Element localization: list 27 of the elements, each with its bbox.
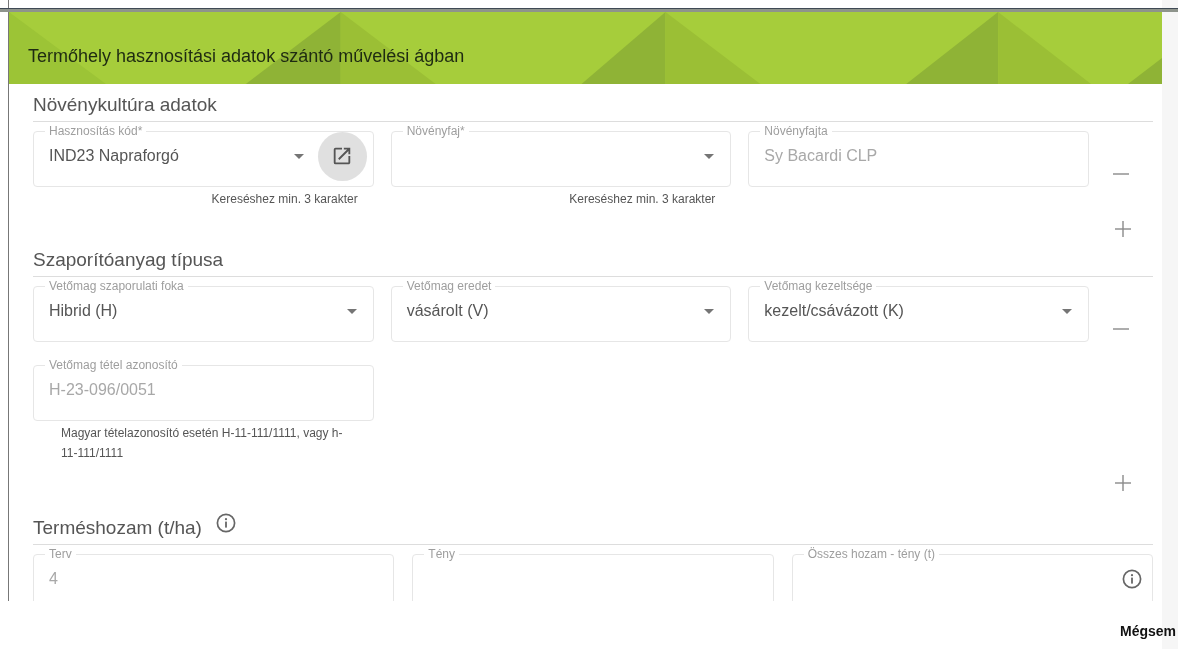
add-row-button[interactable] [1115, 221, 1131, 237]
field-hint: Kereséshez min. 3 karakter [211, 192, 358, 206]
text-field[interactable]: Tény [412, 547, 774, 601]
section-title: Szaporítóanyag típusa [33, 249, 224, 271]
open-link-button[interactable] [317, 131, 367, 181]
field-hint: Kereséshez min. 3 karakter [569, 192, 716, 206]
plus-icon [1115, 221, 1131, 237]
dropdown-caret-icon [704, 308, 715, 314]
dropdown-caret-icon [293, 153, 304, 159]
minus-icon [1113, 328, 1129, 330]
dropdown-caret-icon [704, 153, 715, 159]
section-title: Terméshozam (t/ha) [33, 517, 202, 539]
select-field[interactable]: Hasznosítás kód* IND23 Napraforgó [33, 124, 374, 187]
select-field[interactable]: Vetőmag kezeltsége kezelt/csávázott (K) [748, 279, 1089, 342]
minus-icon [1113, 173, 1129, 175]
select-field[interactable]: Vetőmag szaporulati foka Hibrid (H) [33, 279, 374, 342]
text-field[interactable]: Összes hozam - tény (t) [791, 547, 1153, 601]
dialog-title: Termőhely hasznosítási adatok szántó művelési ágban [28, 46, 465, 67]
select-field[interactable]: Vetőmag eredet vásárolt (V) [390, 279, 732, 342]
dropdown-caret-icon [346, 308, 357, 314]
add-row-button[interactable] [1115, 475, 1131, 491]
dropdown-caret-icon [1062, 308, 1072, 314]
plus-icon [1115, 475, 1131, 491]
select-field[interactable]: Növényfaj* [390, 124, 732, 187]
cancel-button[interactable]: Mégsem [1119, 623, 1176, 639]
section-title: Növénykultúra adatok [33, 94, 217, 116]
field-hint: Magyar tételazonosító esetén H-11-111/1111, vagy h-11-111/1111 [61, 426, 343, 460]
